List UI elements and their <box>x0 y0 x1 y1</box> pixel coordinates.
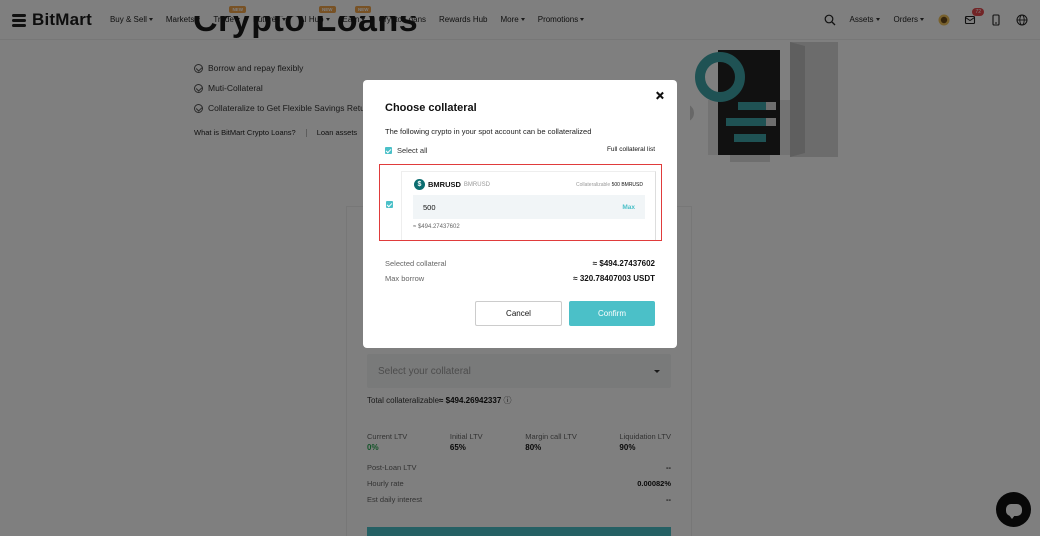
collateral-item: $ BMRUSD BMRUSD Collateralizable 500 BMR… <box>401 171 656 240</box>
collateral-amount-input[interactable]: 500 Max <box>413 195 645 219</box>
collateral-list: $ BMRUSD BMRUSD Collateralizable 500 BMR… <box>379 164 662 241</box>
choose-collateral-modal: Choose collateral The following crypto i… <box>363 80 677 348</box>
max-borrow-row: Max borrow ≈ 320.78407003 USDT <box>385 274 655 283</box>
selected-collateral-row: Selected collateral ≈ $494.27437602 <box>385 259 655 268</box>
close-icon[interactable] <box>654 90 666 102</box>
confirm-button[interactable]: Confirm <box>569 301 655 326</box>
approx-usd-value: ≈ $494.27437602 <box>413 224 460 230</box>
full-collateral-list-link[interactable]: Full collateral list <box>607 146 655 153</box>
modal-title: Choose collateral <box>385 102 477 114</box>
collateralizable-amount: Collateralizable 500 BMRUSD <box>576 182 643 188</box>
cancel-button[interactable]: Cancel <box>475 301 562 326</box>
modal-subtitle: The following crypto in your spot accoun… <box>385 127 592 136</box>
max-button[interactable]: Max <box>622 204 635 211</box>
bmrusd-checkbox[interactable] <box>386 201 393 208</box>
coin-symbol: BMRUSD <box>428 180 461 189</box>
coin-name: BMRUSD <box>463 181 490 188</box>
checkbox-checked-icon <box>385 147 392 154</box>
select-all-checkbox[interactable]: Select all <box>385 146 427 155</box>
bmrusd-coin-icon: $ <box>414 179 425 190</box>
